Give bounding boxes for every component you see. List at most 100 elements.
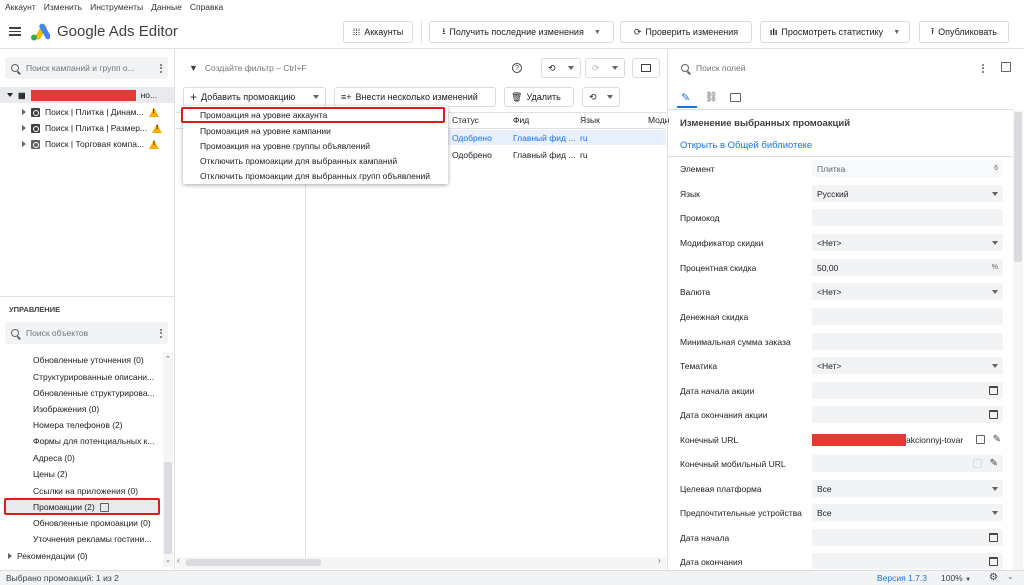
pencil-icon[interactable]: ✎ (993, 434, 1001, 445)
nav-scrollbar-thumb[interactable] (164, 462, 172, 554)
menu-help[interactable]: Справка (190, 2, 223, 12)
scroll-right-icon[interactable]: › (658, 556, 661, 565)
settings-icon[interactable]: ⚙ (989, 572, 998, 583)
nav-item-recommendations[interactable]: Рекомендации (0) (8, 548, 88, 564)
chevron-down-icon[interactable] (612, 66, 618, 70)
tree-item[interactable]: Поиск | Плитка | Размер... (22, 120, 163, 136)
chevron-down-icon[interactable] (568, 66, 574, 70)
replace-button[interactable]: ⟲ (582, 87, 620, 107)
help-icon[interactable]: ? (512, 63, 522, 73)
view-stats-button[interactable]: ılı Просмотреть статистику ▼ (760, 21, 910, 43)
calendar-icon[interactable] (989, 533, 998, 542)
menu-item-adgroup-level[interactable]: Промоакция на уровне группы объявлений (200, 141, 370, 151)
fields-search-input[interactable]: Поиск полей (675, 57, 990, 79)
table-h-scrollbar-thumb[interactable] (186, 559, 321, 566)
column-header-feed[interactable]: Фид (513, 115, 529, 125)
menu-item-campaign-level[interactable]: Промоакция на уровне кампании (200, 126, 331, 136)
field-target-platform-select[interactable]: Все (812, 480, 1003, 497)
chevron-down-icon[interactable]: ▼ (594, 29, 601, 36)
expand-icon[interactable] (22, 109, 26, 115)
more-icon[interactable] (160, 327, 162, 339)
chevron-down-icon[interactable]: ▼ (893, 29, 900, 36)
menu-data[interactable]: Данные (151, 2, 182, 12)
comment-tab-icon[interactable] (730, 93, 741, 102)
delete-button[interactable]: 🗑 Удалить (504, 87, 574, 107)
scroll-up-icon[interactable]: ⌃ (165, 355, 171, 363)
expand-icon[interactable] (7, 93, 13, 97)
field-min-order[interactable] (812, 333, 1003, 350)
calendar-icon[interactable] (989, 386, 998, 395)
tree-search-input[interactable]: Поиск кампаний и групп о... (5, 57, 168, 79)
field-start-date[interactable] (812, 529, 1003, 546)
nav-item[interactable]: Структурированные описани... (33, 372, 154, 382)
edit-tab-icon[interactable]: ✎ (681, 91, 690, 104)
redo-button[interactable]: ⟳ (585, 58, 625, 78)
field-promo-code[interactable] (812, 209, 1003, 226)
bulk-changes-button[interactable]: ≡+ Внести несколько изменений (334, 87, 496, 107)
tree-item[interactable]: Поиск | Торговая компа... (22, 136, 160, 152)
field-promo-start[interactable] (812, 382, 1003, 399)
hamburger-icon[interactable] (9, 25, 21, 38)
column-header-language[interactable]: Язык (580, 115, 600, 125)
calendar-icon[interactable] (989, 410, 998, 419)
field-language-select[interactable]: Русский (812, 185, 1003, 202)
nav-item[interactable]: Уточнения рекламы гостини... (33, 534, 151, 544)
accounts-button[interactable]: ⁞⁞⁞ Аккаунты (343, 21, 413, 43)
nav-item[interactable]: Обновленные структурирова... (33, 388, 155, 398)
field-final-url[interactable]: akcionnyj-tovar ✎ (812, 431, 1003, 448)
field-promo-end[interactable] (812, 406, 1003, 423)
field-percent-discount[interactable]: 50,00% (812, 259, 1003, 276)
menu-edit[interactable]: Изменить (44, 2, 82, 12)
field-money-discount[interactable] (812, 308, 1003, 325)
add-promotion-button[interactable]: + Добавить промоакцию (183, 87, 326, 107)
expand-icon[interactable] (8, 553, 12, 559)
nav-item[interactable]: Адреса (0) (33, 453, 75, 463)
chevron-down-icon[interactable]: ⌄ (1007, 572, 1014, 581)
more-icon[interactable] (160, 62, 162, 74)
chevron-down-icon[interactable] (607, 95, 613, 99)
nav-item[interactable]: Номера телефонов (2) (33, 420, 123, 430)
expand-icon[interactable] (22, 125, 26, 131)
scroll-down-icon[interactable]: ⌄ (165, 556, 171, 564)
field-preferred-devices-select[interactable]: Все (812, 504, 1003, 521)
calendar-icon[interactable] (989, 556, 998, 566)
menu-account[interactable]: Аккаунт (5, 2, 36, 12)
tree-item[interactable]: Поиск | Плитка | Динам... (22, 104, 159, 120)
menu-item-disable-adgroups[interactable]: Отключить промоакции для выбранных групп… (200, 171, 430, 181)
expand-icon[interactable] (22, 141, 26, 147)
objects-search-input[interactable]: Поиск объектов (5, 322, 168, 344)
open-in-new-icon[interactable] (99, 502, 109, 512)
chevron-down-icon[interactable] (313, 95, 319, 99)
shared-library-link[interactable]: Открыть в Общей библиотеке (680, 140, 812, 151)
nav-item[interactable]: Обновленные промоакции (0) (33, 518, 151, 528)
zoom-level[interactable]: 100% ▼ (941, 573, 971, 583)
nav-item[interactable]: Цены (2) (33, 469, 68, 479)
field-currency-select[interactable]: <Нет> (812, 283, 1003, 300)
pencil-icon[interactable]: ✎ (990, 458, 998, 469)
open-in-new-icon[interactable] (975, 435, 985, 444)
tree-account-row-content[interactable]: ▦ но... (7, 87, 157, 103)
nav-item[interactable]: Ссылки на приложения (0) (33, 486, 138, 496)
menu-item-disable-campaigns[interactable]: Отключить промоакции для выбранных кампа… (200, 156, 397, 166)
undo-button[interactable]: ⟲ (541, 58, 581, 78)
nav-item[interactable]: Формы для потенциальных к... (33, 436, 154, 446)
link-tab-icon[interactable]: ⛓ (705, 92, 718, 103)
open-in-new-icon[interactable] (1001, 62, 1011, 72)
scroll-left-icon[interactable]: ‹ (177, 556, 180, 565)
column-header-status[interactable]: Статус (452, 115, 479, 125)
field-discount-modifier-select[interactable]: <Нет> (812, 234, 1003, 251)
fields-scrollbar-thumb[interactable] (1014, 112, 1022, 262)
filter-input[interactable]: ▼ Создайте фильтр – Ctrl+F ? (183, 57, 528, 79)
nav-item[interactable]: Изображения (0) (33, 404, 99, 414)
field-end-date[interactable] (812, 553, 1003, 569)
get-changes-button[interactable]: ⭳ Получить последние изменения ▼ (429, 21, 614, 43)
nav-item-promotions[interactable]: Промоакции (2) (33, 502, 109, 512)
check-changes-button[interactable]: ⟳ Проверить изменения (620, 21, 752, 43)
publish-button[interactable]: ⭱ Опубликовать (919, 21, 1009, 43)
version-link[interactable]: Версия 1.7.3 (877, 573, 927, 583)
columns-button[interactable] (632, 58, 660, 78)
field-occasion-select[interactable]: <Нет> (812, 357, 1003, 374)
more-icon[interactable] (982, 62, 984, 74)
open-in-new-icon[interactable] (972, 459, 982, 468)
menu-tools[interactable]: Инструменты (90, 2, 143, 12)
